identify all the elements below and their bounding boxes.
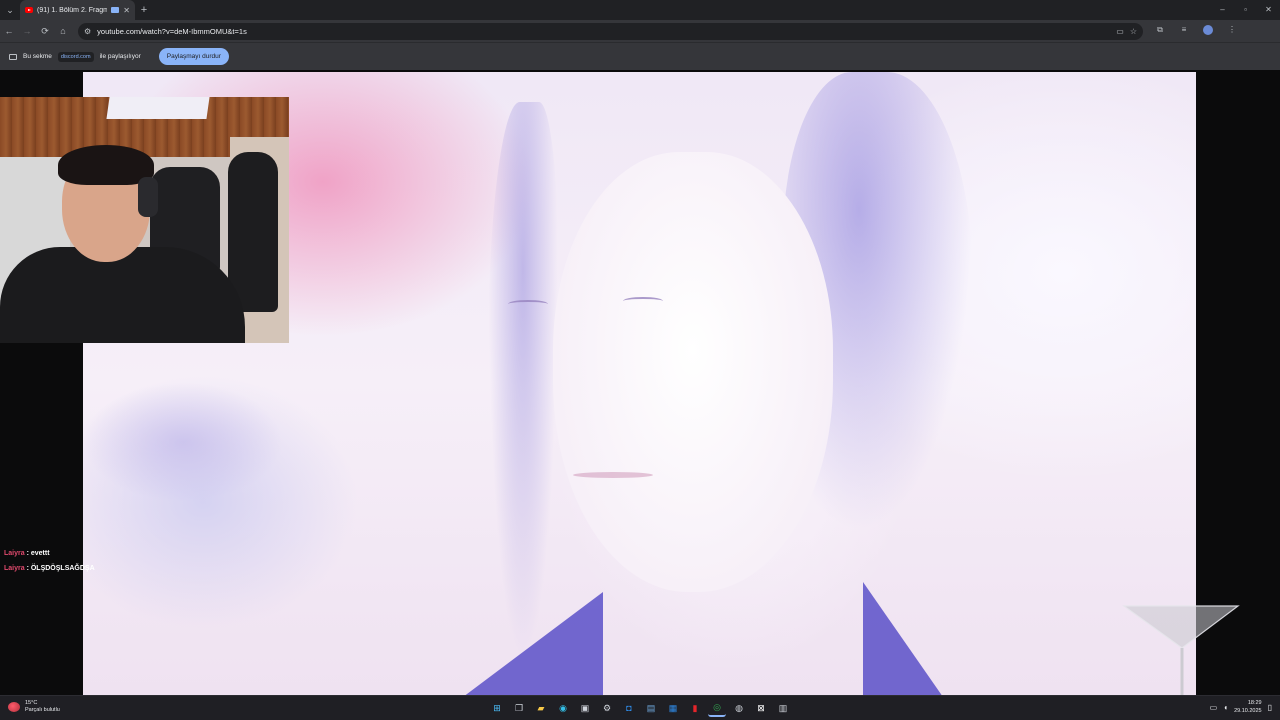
settings-icon[interactable]: ⚙: [598, 699, 616, 717]
weather-widget[interactable]: 15°C Parçalı bulutlu: [8, 700, 60, 714]
store-icon[interactable]: ▣: [576, 699, 594, 717]
volume-icon[interactable]: ◖: [1223, 703, 1228, 712]
reading-list-icon[interactable]: ≡: [1173, 25, 1195, 37]
screen-share-icon: [9, 53, 17, 60]
notes-icon[interactable]: ▥: [774, 699, 792, 717]
chat-message: Laiyra : ÖLŞDÖŞLSAĞDŞA: [4, 565, 95, 572]
weather-icon: [8, 702, 20, 712]
stop-sharing-button[interactable]: Paylaşmayı durdur: [158, 48, 229, 65]
tab-close-icon[interactable]: ✕: [123, 6, 130, 15]
outlook-icon[interactable]: ◘: [620, 699, 638, 717]
chat-text: ÖLŞDÖŞLSAĞDŞA: [30, 565, 95, 572]
weather-temp: 15°C: [25, 700, 38, 706]
share-suffix: ile paylaşılıyor: [99, 53, 141, 60]
new-tab-button[interactable]: +: [135, 4, 153, 16]
tab-title: (91) 1. Bölüm 2. Fragman |: [37, 6, 108, 14]
streamer-body: [0, 247, 245, 343]
edge-icon[interactable]: ◉: [554, 699, 572, 717]
extensions-icon[interactable]: ⧉: [1149, 25, 1171, 37]
share-prefix: Bu sekme: [23, 53, 52, 60]
chat-username: Laiyra: [4, 565, 25, 572]
address-bar[interactable]: ⚙ youtube.com/watch?v=deM-IbmmOMU&t=1s ▭…: [78, 22, 1143, 40]
url-text[interactable]: youtube.com/watch?v=deM-IbmmOMU&t=1s: [97, 27, 1110, 36]
photos-icon[interactable]: ▤: [642, 699, 660, 717]
file-explorer-icon[interactable]: ▰: [532, 699, 550, 717]
chrome-icon[interactable]: ◎: [708, 699, 726, 717]
sharing-indicator-icon: [111, 7, 120, 13]
screen-share-bar: Bu sekme discord.com ile paylaşılıyor Pa…: [0, 42, 1280, 70]
chat-message: Laiyra : evettt: [4, 550, 50, 557]
browser-toolbar: ← → ⟳ ⌂ ⚙ youtube.com/watch?v=deM-IbmmOM…: [0, 20, 1280, 42]
obs-icon[interactable]: ◍: [730, 699, 748, 717]
network-icon[interactable]: ▭: [1210, 703, 1218, 712]
left-eye: [508, 300, 548, 308]
capcut-icon[interactable]: ⊠: [752, 699, 770, 717]
hair-strand: [488, 102, 558, 662]
right-eye: [623, 297, 663, 305]
back-button[interactable]: ←: [0, 26, 18, 36]
lips: [573, 472, 653, 478]
clock-time: 18:29: [1247, 700, 1262, 706]
menu-icon[interactable]: ⋮: [1221, 25, 1243, 37]
chat-text: evettt: [30, 550, 50, 557]
notifications-icon[interactable]: ▯: [1268, 703, 1272, 712]
terminal-icon[interactable]: ▦: [664, 699, 682, 717]
tab-search-icon[interactable]: ⌄: [0, 0, 20, 20]
profile-avatar[interactable]: [1197, 25, 1219, 37]
system-tray: ▭ ◖ 18:29 29.10.2025 ▯: [1210, 699, 1272, 715]
hanging-jacket: [228, 152, 278, 312]
taskbar-apps: ⊞ ❐ ▰ ◉ ▣ ⚙ ◘ ▤ ▦ ▮ ◎ ◍ ⊠ ▥: [488, 699, 792, 717]
maximize-button[interactable]: ▫: [1234, 0, 1257, 20]
clock[interactable]: 18:29 29.10.2025: [1234, 699, 1262, 715]
forward-button[interactable]: →: [18, 26, 36, 36]
close-window-button[interactable]: ✕: [1257, 0, 1280, 20]
youtube-icon: [25, 7, 33, 13]
site-info-icon[interactable]: ⚙: [84, 27, 91, 36]
background-blur: [83, 382, 283, 502]
weather-condition: Parçalı bulutlu: [25, 707, 60, 713]
clock-date: 29.10.2025: [1234, 708, 1262, 714]
shirt-collar-left: [463, 592, 603, 695]
youtube-red-icon[interactable]: ▮: [686, 699, 704, 717]
start-icon[interactable]: ⊞: [488, 699, 506, 717]
share-domain: discord.com: [57, 51, 94, 62]
tab-youtube[interactable]: (91) 1. Bölüm 2. Fragman | ✕: [20, 0, 135, 20]
chat-username: Laiyra: [4, 550, 25, 557]
chat-overlay: Laiyra : evettt Laiyra : ÖLŞDÖŞLSAĞDŞA: [4, 546, 95, 576]
webcam-overlay: [0, 97, 289, 343]
reload-button[interactable]: ⟳: [36, 26, 54, 37]
task-view-icon[interactable]: ❐: [510, 699, 528, 717]
woman-face: [553, 152, 833, 592]
home-button[interactable]: ⌂: [54, 26, 72, 36]
roof-window: [106, 97, 210, 119]
taskbar: 15°C Parçalı bulutlu ⊞ ❐ ▰ ◉ ▣ ⚙ ◘ ▤ ▦ ▮…: [0, 695, 1280, 720]
headphones-icon: [138, 177, 158, 217]
tab-strip: ⌄ (91) 1. Bölüm 2. Fragman | ✕ + – ▫ ✕: [0, 0, 1280, 20]
minimize-button[interactable]: –: [1211, 0, 1234, 20]
window-controls: – ▫ ✕: [1211, 0, 1280, 20]
bookmark-star-icon[interactable]: ☆: [1130, 27, 1137, 36]
shirt-collar-right: [863, 582, 943, 695]
install-app-icon[interactable]: ▭: [1116, 27, 1124, 36]
